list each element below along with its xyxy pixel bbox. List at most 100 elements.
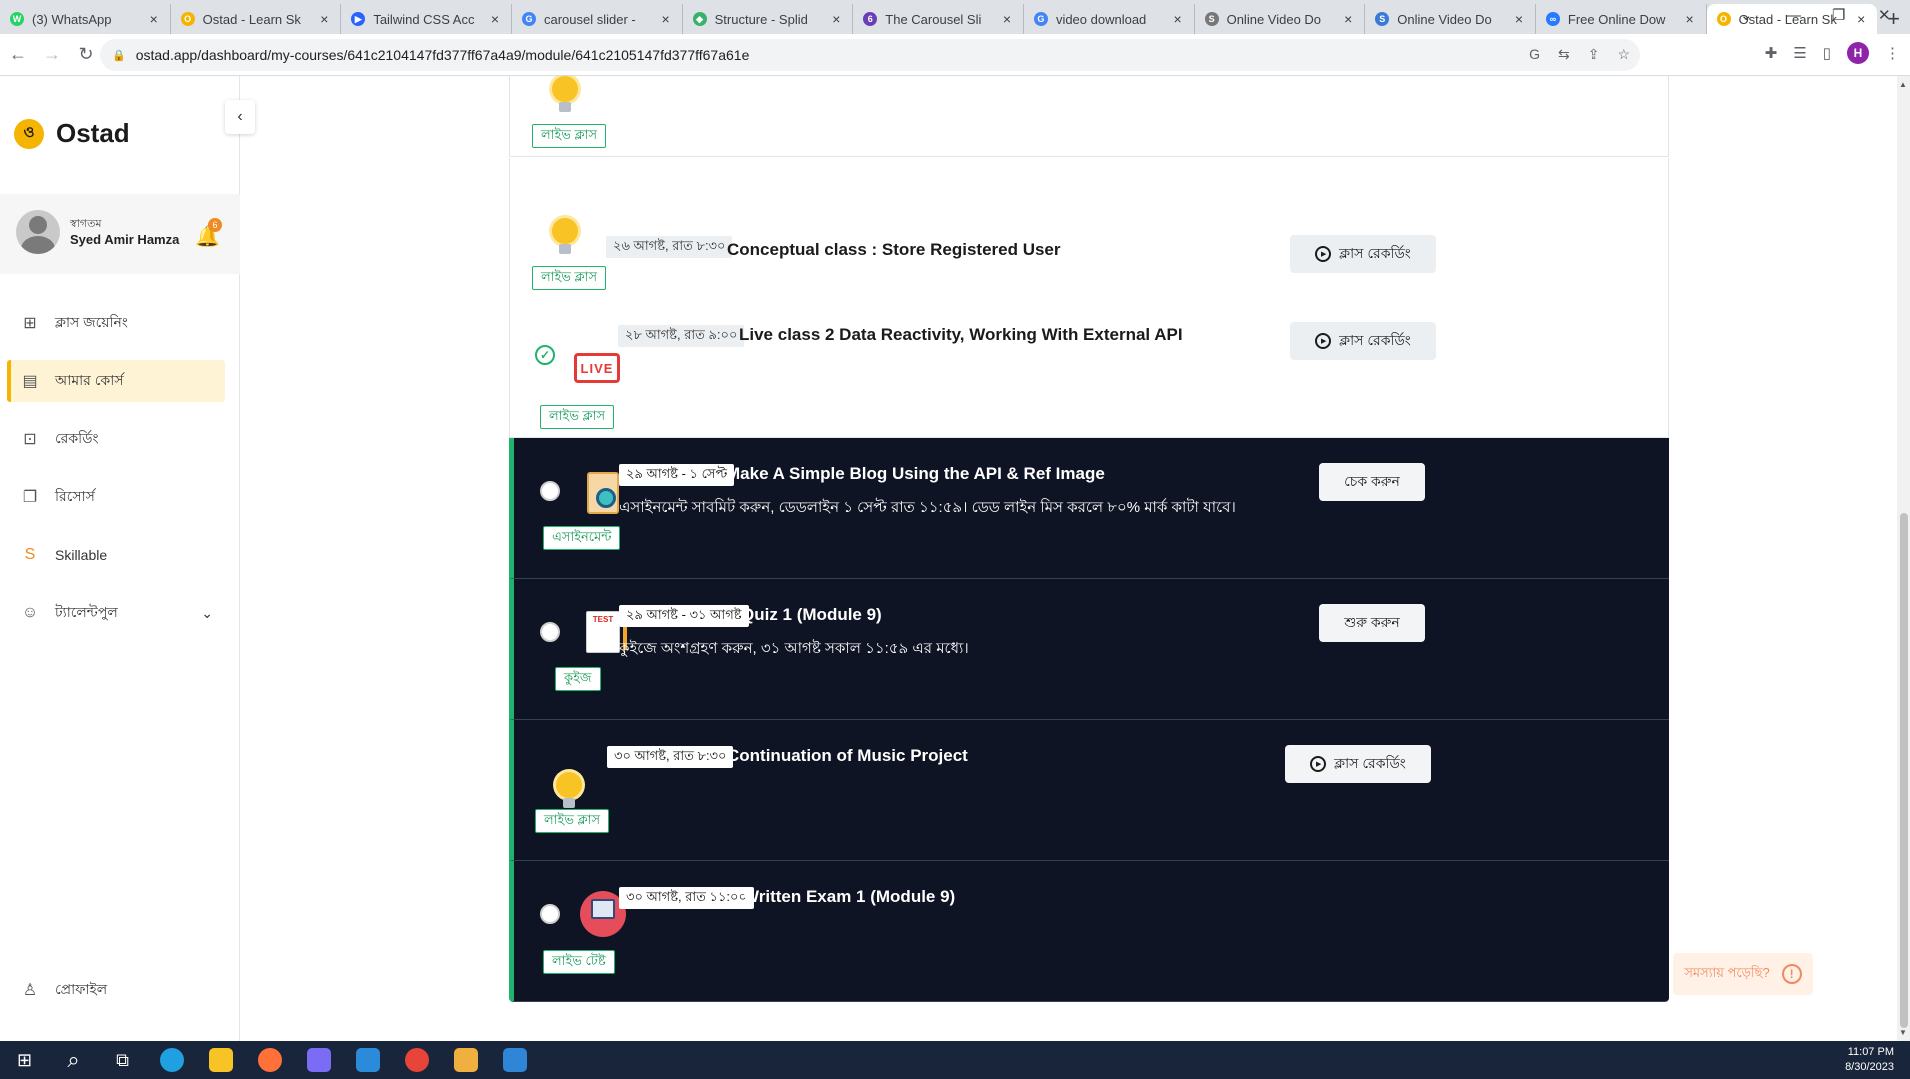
photos-icon[interactable] <box>490 1041 539 1079</box>
close-tab-icon[interactable]: × <box>1511 11 1527 27</box>
firefox-icon[interactable] <box>245 1041 294 1079</box>
browser-tab[interactable]: O Ostad - Learn Sk × <box>171 4 342 34</box>
close-tab-icon[interactable]: × <box>487 11 503 27</box>
close-tab-icon[interactable]: × <box>146 11 162 27</box>
scrollbar-thumb[interactable] <box>1900 513 1908 1028</box>
tab-title: Ostad - Learn Sk <box>202 11 301 27</box>
start-quiz-button[interactable]: শুরু করুন <box>1319 604 1425 642</box>
skillable-icon: S <box>24 546 36 563</box>
extensions-area: ✚ ☰ ▯ H ⋮ <box>1765 42 1900 64</box>
extensions-puzzle-icon[interactable]: ✚ <box>1765 44 1778 62</box>
completion-radio[interactable] <box>540 904 560 924</box>
maximize-icon[interactable]: ❐ <box>1832 0 1845 30</box>
browser-tab[interactable]: S Online Video Do × <box>1365 4 1536 34</box>
profile-avatar[interactable]: H <box>1847 42 1869 64</box>
translate-icon[interactable]: ⇆ <box>1558 46 1570 63</box>
sidebar-item-label: Skillable <box>55 547 108 563</box>
schedule-chip: ২৯ আগষ্ট - ১ সেপ্ট <box>619 464 735 486</box>
module-item-row: লাইভ ক্লাস <box>509 76 1669 157</box>
class-recording-button[interactable]: ▶ ক্লাস রেকর্ডিং <box>1285 745 1431 783</box>
sidebar-item[interactable]: ⊡ রেকর্ডিং <box>7 418 225 460</box>
item-title[interactable]: Continuation of Music Project <box>727 746 968 766</box>
close-tab-icon[interactable]: × <box>316 11 332 27</box>
item-title[interactable]: Conceptual class : Store Registered User <box>727 240 1061 260</box>
class-recording-button[interactable]: ▶ ক্লাস রেকর্ডিং <box>1290 322 1436 360</box>
search-icon[interactable]: ⌕ <box>49 1041 98 1079</box>
ostad-icon: O <box>180 12 195 26</box>
brand-logo[interactable]: ও Ostad <box>14 118 130 149</box>
browser-tab[interactable]: Gcarousel slider - × <box>512 4 683 34</box>
close-tab-icon[interactable]: × <box>1170 11 1186 27</box>
windows-start-icon[interactable]: ⊞ <box>0 1041 49 1079</box>
bookmark-star-icon[interactable]: ☆ <box>1617 46 1630 63</box>
sidebar-item-profile[interactable]: ♙ প্রোফাইল <box>7 969 107 1011</box>
reload-icon[interactable]: ↻ <box>70 39 102 71</box>
schedule-chip: ৩০ আগষ্ট, রাত ৮:৩০ <box>607 746 734 768</box>
collapse-sidebar-button[interactable]: ‹ <box>225 100 255 134</box>
chrome-icon[interactable] <box>392 1041 441 1079</box>
sidebar-menu: ⊞ ক্লাস জয়েনিং ▤ আমার কোর্স ⊡ রেকর্ডিং ❐ রিসোর… <box>0 302 240 650</box>
infinity-icon: ∞ <box>1545 12 1560 26</box>
git-icon[interactable] <box>441 1041 490 1079</box>
app-icon[interactable] <box>294 1041 343 1079</box>
side-panel-icon[interactable]: ▯ <box>1823 44 1831 62</box>
module-content: লাইভ ক্লাস লাইভ ক্লাস ২৬ আগষ্ট, রাত ৮:৩০ Co… <box>241 76 1897 1041</box>
browser-tab[interactable]: Gvideo download × <box>1024 4 1195 34</box>
class-recording-button[interactable]: ▶ ক্লাস রেকর্ডিং <box>1290 235 1436 273</box>
address-bar[interactable]: 🔒 ostad.app/dashboard/my-courses/641c210… <box>100 39 1640 71</box>
sidebar-item[interactable]: ▤ আমার কোর্স <box>7 360 225 402</box>
button-label: চেক করুন <box>1344 473 1400 489</box>
check-assignment-button[interactable]: চেক করুন <box>1319 463 1425 501</box>
close-tab-icon[interactable]: × <box>1853 11 1869 27</box>
item-title[interactable]: Quiz 1 (Module 9) <box>741 605 882 625</box>
file-explorer-icon[interactable] <box>196 1041 245 1079</box>
item-title[interactable]: Make A Simple Blog Using the API & Ref I… <box>726 464 1105 484</box>
scroll-down-icon[interactable]: ▼ <box>1899 1028 1907 1037</box>
close-window-icon[interactable]: ✕ <box>1878 0 1891 30</box>
browser-tab[interactable]: ▶ Tailwind CSS Acc × <box>341 4 512 34</box>
chrome-menu-icon[interactable]: ⋮ <box>1885 44 1900 62</box>
close-tab-icon[interactable]: × <box>658 11 674 27</box>
browser-tab[interactable]: 6 The Carousel Sli × <box>853 4 1024 34</box>
google-lens-icon[interactable]: G <box>1529 46 1540 63</box>
browser-tab[interactable]: S Online Video Do × <box>1195 4 1366 34</box>
tab-title: Online Video Do <box>1397 11 1492 27</box>
browser-tab[interactable]: ◆ Structure - Splid × <box>683 4 854 34</box>
browser-tab[interactable]: ∞ Free Online Dow × <box>1536 4 1707 34</box>
sidebar-item[interactable]: ⊞ ক্লাস জয়েনিং <box>7 302 225 344</box>
close-tab-icon[interactable]: × <box>828 11 844 27</box>
reading-list-icon[interactable]: ☰ <box>1793 44 1806 62</box>
close-tab-icon[interactable]: × <box>1340 11 1356 27</box>
help-button[interactable]: সমস্যায় পড়েছি? ! <box>1673 953 1813 995</box>
sidebar-item[interactable]: ❐ রিসোর্স <box>7 476 225 518</box>
s-icon: S <box>1375 12 1390 26</box>
tab-title: The Carousel Sli <box>885 11 982 27</box>
forward-icon[interactable]: → <box>36 39 68 71</box>
live-badge-icon: LIVE <box>571 342 623 394</box>
tab-search-icon[interactable]: ⌄ <box>1740 0 1753 30</box>
scroll-up-icon[interactable]: ▲ <box>1899 80 1907 89</box>
item-type-tag: লাইভ ক্লাস <box>532 124 607 148</box>
back-icon[interactable]: ← <box>2 39 34 71</box>
item-type-tag: কুইজ <box>555 667 601 691</box>
minimize-icon[interactable]: — <box>1786 0 1801 30</box>
vscode-icon[interactable] <box>343 1041 392 1079</box>
edge-icon[interactable] <box>147 1041 196 1079</box>
chevron-down-icon[interactable]: ⌄ <box>201 605 213 622</box>
sidebar-item-label: প্রোফাইল <box>55 981 108 997</box>
share-icon[interactable]: ⇪ <box>1588 46 1600 63</box>
sidebar-item[interactable]: S Skillable <box>7 534 225 576</box>
task-view-icon[interactable]: ⧉ <box>98 1041 147 1079</box>
avatar[interactable] <box>16 210 60 254</box>
completion-radio[interactable] <box>540 622 560 642</box>
completion-radio[interactable] <box>540 481 560 501</box>
close-tab-icon[interactable]: × <box>1682 11 1698 27</box>
module-item-row: ✓ LIVE লাইভ ক্লাস ২৮ আগষ্ট, রাত ৯:০০ Live cl… <box>509 297 1669 438</box>
browser-tab[interactable]: W (3) WhatsApp × <box>0 4 171 34</box>
system-clock[interactable]: 11:07 PM 8/30/2023 <box>1845 1045 1894 1075</box>
close-tab-icon[interactable]: × <box>999 11 1015 27</box>
item-title[interactable]: Live class 2 Data Reactivity, Working Wi… <box>739 325 1183 345</box>
page-scrollbar[interactable]: ▲ ▼ <box>1897 76 1910 1041</box>
item-title[interactable]: Written Exam 1 (Module 9) <box>743 887 955 907</box>
sidebar-item[interactable]: ☺ ট্যালেন্টপুল ⌄ <box>7 592 225 634</box>
